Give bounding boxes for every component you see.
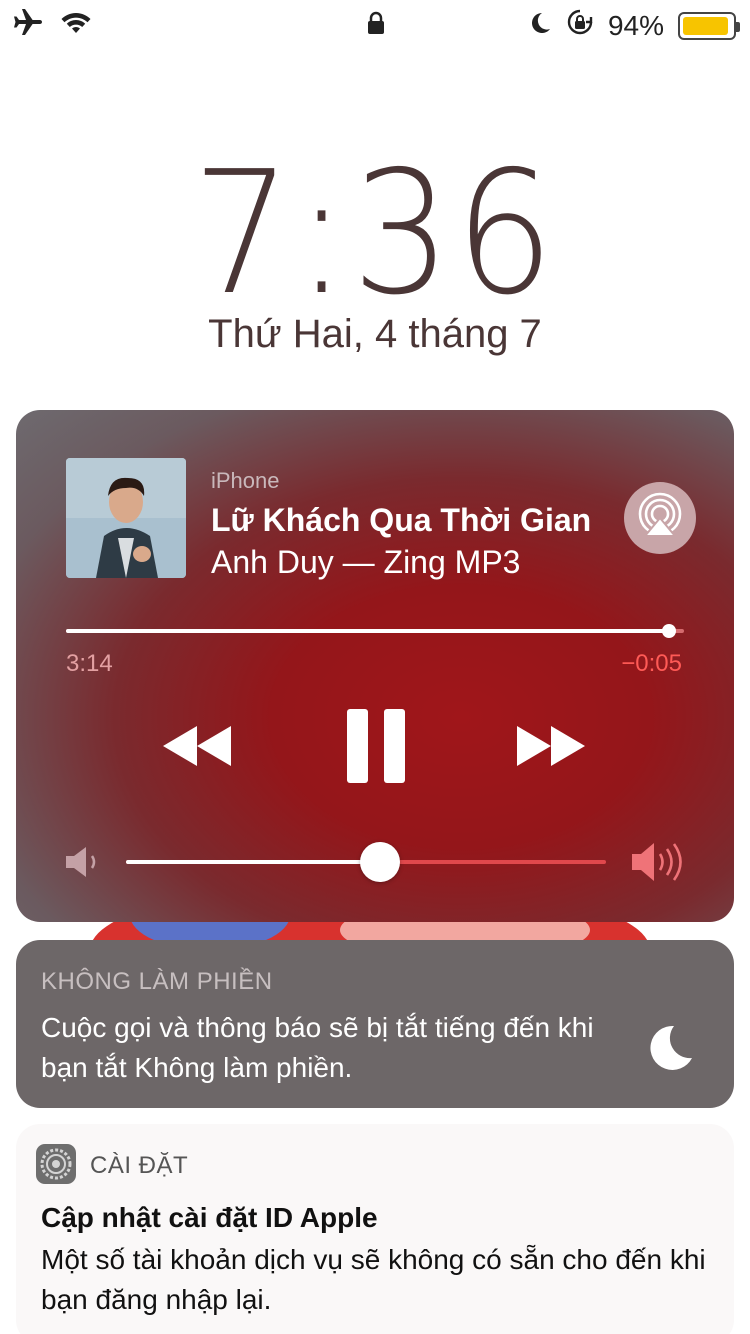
rotation-lock-icon (566, 8, 594, 43)
settings-notification[interactable]: CÀI ĐẶT Cập nhật cài đặt ID Apple Một số… (16, 1124, 734, 1334)
now-playing-widget: iPhone Lữ Khách Qua Thời Gian Anh Duy — … (16, 410, 734, 922)
lock-screen-date: Thứ Hai, 4 tháng 7 (208, 312, 542, 356)
song-artist: Anh Duy — Zing MP3 (211, 544, 521, 580)
airplay-icon (632, 488, 688, 549)
airplay-button[interactable] (624, 482, 696, 554)
dnd-header: KHÔNG LÀM PHIỀN (41, 968, 273, 995)
remaining-time: −0:05 (621, 650, 682, 677)
fast-forward-button[interactable] (516, 708, 586, 788)
progress-bar[interactable] (66, 624, 684, 638)
moon-icon (528, 10, 552, 42)
fast-forward-icon (517, 725, 585, 771)
playback-source: iPhone (211, 468, 280, 493)
volume-fill (126, 860, 381, 864)
battery-percent: 94% (607, 9, 664, 41)
song-title: Lữ Khách Qua Thời Gian (211, 502, 592, 538)
do-not-disturb-banner[interactable]: KHÔNG LÀM PHIỀN Cuộc gọi và thông báo sẽ… (16, 940, 734, 1108)
volume-high-icon (630, 840, 686, 889)
status-bar: 94% (0, 0, 750, 48)
settings-gear-icon (36, 1144, 76, 1184)
battery-fill (683, 16, 729, 35)
wifi-icon (60, 9, 92, 42)
pause-icon (347, 708, 405, 788)
notification-title: Cập nhật cài đặt ID Apple (41, 1202, 378, 1233)
volume-slider[interactable] (126, 842, 606, 882)
notification-app-name: CÀI ĐẶT (90, 1152, 189, 1179)
pause-button[interactable] (344, 708, 408, 788)
dnd-message: Cuộc gọi và thông báo sẽ bị tắt tiếng đế… (41, 1012, 594, 1083)
album-artwork[interactable] (66, 458, 186, 578)
moon-icon (644, 1022, 696, 1079)
notification-body: Một số tài khoản dịch vụ sẽ không có sẵn… (41, 1244, 706, 1315)
airplane-icon (12, 8, 44, 43)
lock-screen-time: 7:36 (192, 135, 558, 333)
volume-knob[interactable] (360, 842, 401, 882)
rewind-button[interactable] (162, 708, 232, 788)
rewind-icon (163, 725, 231, 771)
progress-fill (66, 629, 669, 633)
lock-icon (367, 10, 385, 41)
volume-low-icon (64, 846, 104, 883)
progress-scrubber[interactable] (661, 624, 676, 638)
elapsed-time: 3:14 (66, 650, 113, 677)
battery-icon (678, 11, 740, 40)
